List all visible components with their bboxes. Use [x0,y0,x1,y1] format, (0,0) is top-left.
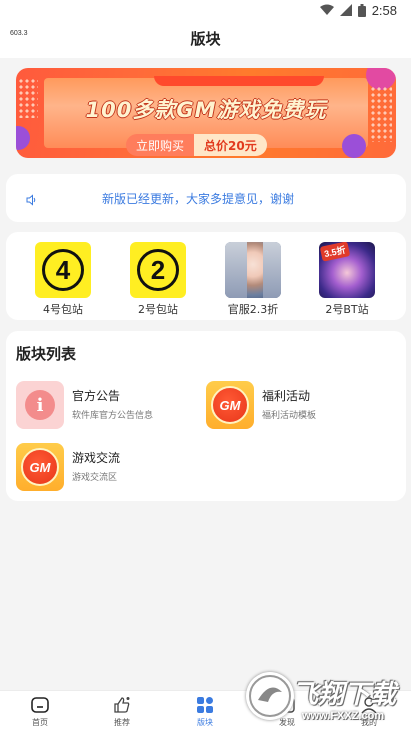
quick-link-label: 2号BT站 [325,303,369,316]
notice-text: 新版已经更新，大家多提意见，谢谢 [102,192,295,206]
banner-decoration [16,126,30,150]
quick-link-label: 2号包站 [138,303,178,316]
quick-link-label: 4号包站 [43,303,83,316]
board-name: 游戏交流 [72,451,121,465]
watermark-url: www.FXXZ.com [302,710,385,722]
watermark-text: 飞翔下载 [292,680,397,710]
page-title: 版块 [190,30,221,48]
status-time: 2:58 [371,2,397,18]
board-name: 福利活动 [262,389,311,403]
banner-headline: 100多款GM游戏免费玩 [85,98,327,122]
banner-decoration [342,134,366,158]
app-header: 603.3 版块 [0,20,411,58]
signal-icon [339,4,352,16]
game-art [263,242,281,298]
buy-now-button[interactable]: 立即购买 [126,134,195,156]
nav-recommend[interactable]: 推荐 [92,695,152,728]
home-icon [10,695,70,715]
gm-icon: GM [16,443,64,491]
total-price-badge: 总价20元 [194,134,267,156]
thumbs-up-icon [92,695,152,715]
status-bar: 2:58 [0,0,411,20]
game-character-icon [225,242,281,298]
nav-label: 版块 [197,718,213,727]
quick-link-label: 官服2.3折 [227,303,279,316]
banner-buttons: 立即购买 总价20元 [126,134,267,156]
nav-label: 推荐 [114,718,130,727]
battery-icon [357,3,366,17]
notice-bar[interactable]: 新版已经更新，大家多提意见，谢谢 [6,174,406,222]
grid-icon [175,695,235,715]
watermark: 飞翔下载 www.FXXZ.com [246,672,406,728]
quick-links: 4 4号包站 2 2号包站 官服2.3折 3.5折 2号BT站 [6,232,406,320]
quick-link-item[interactable]: 4 4号包站 [28,242,98,317]
number-4-glyph: 4 [42,249,84,291]
discount-badge: 3.5折 [319,242,350,262]
gm-glyph: GM [211,386,249,424]
board-desc: 福利活动模板 [262,411,317,421]
board-desc: 游戏交流区 [72,473,118,483]
board-desc: 软件库官方公告信息 [72,411,154,421]
gm-icon: GM [206,381,254,429]
gm-glyph: GM [21,448,59,486]
nav-boards[interactable]: 版块 [175,695,235,728]
board-name: 官方公告 [72,389,121,403]
nav-label: 首页 [32,718,48,727]
number-2-icon: 2 [130,242,186,298]
board-item-discussion[interactable]: GM 游戏交流 游戏交流区 [16,443,196,493]
quick-link-item[interactable]: 3.5折 2号BT站 [312,242,382,317]
watermark-logo-icon [246,672,294,720]
game-character-icon: 3.5折 [319,242,375,298]
quick-link-item[interactable]: 2 2号包站 [123,242,193,317]
board-item-welfare[interactable]: GM 福利活动 福利活动模板 [206,381,386,431]
speaker-icon [26,191,38,210]
wifi-icon [319,4,334,16]
promo-banner[interactable]: 100多款GM游戏免费玩 立即购买 总价20元 [16,68,396,158]
quick-link-item[interactable]: 官服2.3折 [218,242,288,317]
board-list: 版块列表 i 官方公告 软件库官方公告信息 GM 福利活动 福利活动模板 GM … [6,331,406,501]
board-list-title: 版块列表 [16,345,77,363]
nav-home[interactable]: 首页 [10,695,70,728]
game-art [225,242,247,298]
number-4-icon: 4 [35,242,91,298]
info-glyph: i [25,390,55,420]
board-item-announcement[interactable]: i 官方公告 软件库官方公告信息 [16,381,196,431]
number-2-glyph: 2 [137,249,179,291]
banner-decoration [154,76,324,86]
info-icon: i [16,381,64,429]
